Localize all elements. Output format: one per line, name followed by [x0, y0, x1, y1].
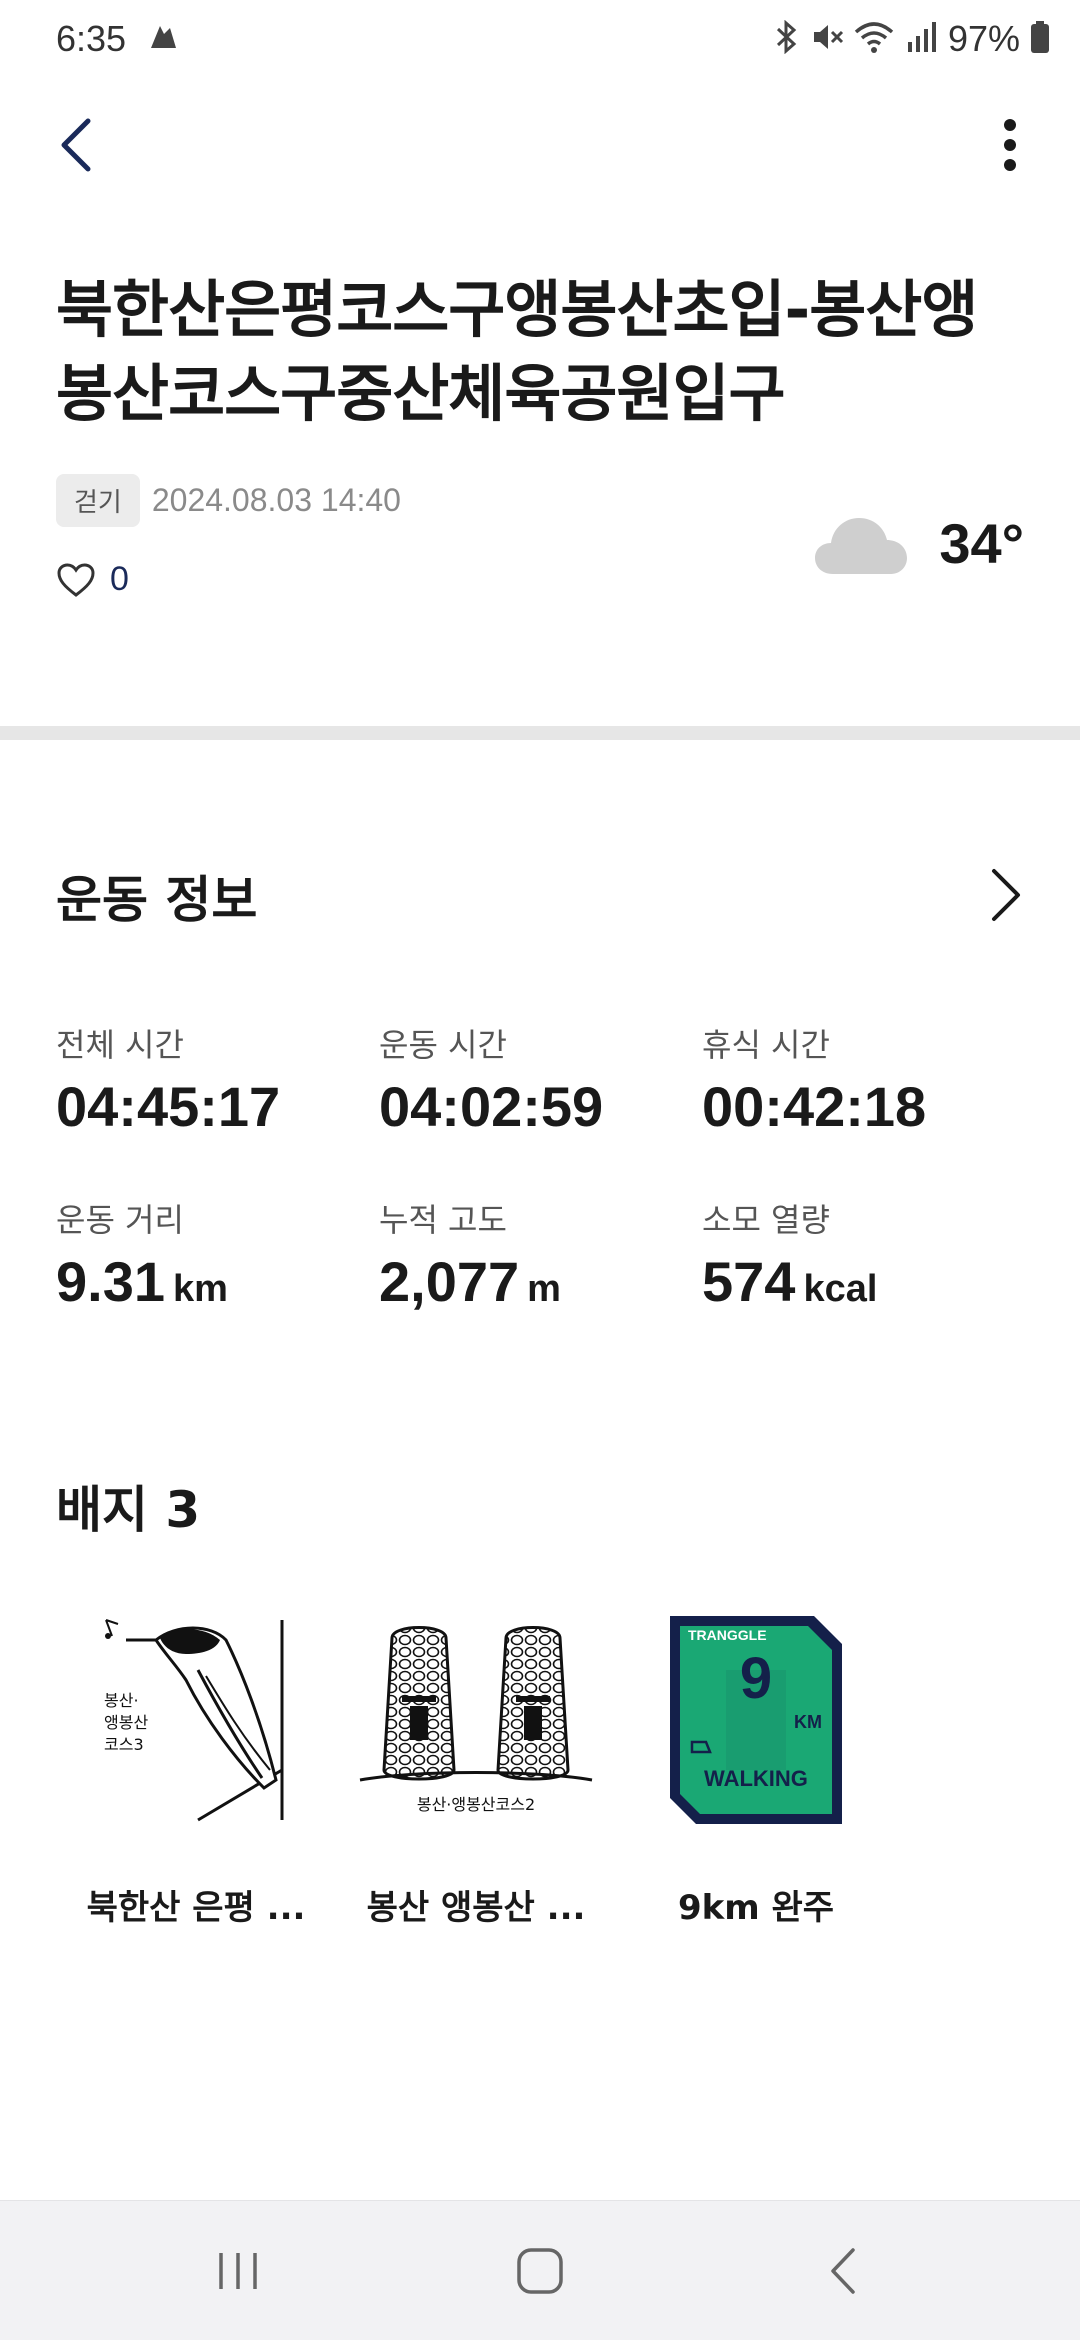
section-divider [0, 726, 1080, 740]
home-button[interactable] [480, 2231, 600, 2311]
stat-label: 전체 시간 [56, 1026, 184, 1064]
system-back-button[interactable] [783, 2231, 903, 2311]
stat-label: 운동 시간 [379, 1026, 507, 1064]
stat-distance: 운동 거리 9.31 km [56, 1195, 379, 1314]
stat-unit: kcal [803, 1268, 878, 1310]
battery-percent: 97% [947, 18, 1020, 59]
badge-label: WALKING [704, 1766, 808, 1791]
svg-text:앵봉산: 앵봉산 [104, 1713, 148, 1732]
heart-icon [57, 562, 95, 597]
svg-text:봉산·: 봉산· [104, 1691, 139, 1710]
more-options-button[interactable] [980, 110, 1040, 180]
system-nav-bar [0, 2200, 1080, 2340]
badge-item[interactable]: TRANGGLE 9 KM WALKING 9km 완주 [616, 1600, 896, 1929]
badge-item[interactable]: 봉산·앵봉산코스2 봉산 앵봉산 ... [336, 1600, 616, 1929]
chevron-left-icon [61, 118, 91, 172]
exercise-stats: 전체 시간 04:45:17 운동 시간 04:02:59 휴식 시간 00:4… [56, 1020, 1036, 1314]
signal-icon [904, 20, 938, 58]
mute-icon [810, 20, 844, 58]
stat-value: 04:45:17 [56, 1075, 281, 1138]
bluetooth-icon [774, 19, 800, 58]
stat-label: 휴식 시간 [702, 1026, 830, 1064]
cloud-icon [815, 518, 908, 574]
badge-item[interactable]: 봉산· 앵봉산 코스3 북한산 은평 ... [56, 1600, 336, 1929]
badge-brand: TRANGGLE [688, 1627, 767, 1643]
recent-apps-icon [219, 2253, 257, 2289]
status-bar: 6:35 97% [0, 0, 1080, 80]
stat-unit: km [173, 1268, 228, 1310]
activity-type-tag: 걷기 [56, 474, 140, 527]
stat-label: 누적 고도 [379, 1201, 507, 1239]
badge-unit: KM [794, 1712, 822, 1732]
badge-name: 봉산 앵봉산 ... [366, 1888, 586, 1928]
stat-exercise-time: 운동 시간 04:02:59 [379, 1020, 702, 1139]
stat-rest-time: 휴식 시간 00:42:18 [702, 1020, 1025, 1139]
chevron-right-icon [964, 860, 1024, 930]
walking-9km-badge-image: TRANGGLE 9 KM WALKING [636, 1600, 876, 1840]
svg-text:코스3: 코스3 [104, 1735, 144, 1754]
stat-unit: m [527, 1268, 561, 1310]
activity-meta: 걷기 2024.08.03 14:40 [56, 474, 401, 527]
badge-name: 9km 완주 [677, 1888, 835, 1928]
like-button[interactable]: 0 [56, 560, 129, 599]
app-notification-icon [148, 22, 178, 56]
status-icons: 97% [774, 18, 1050, 60]
badges-title: 배지 3 [56, 1481, 201, 1539]
stat-label: 소모 열량 [702, 1201, 830, 1239]
bird-badge-image: 봉산· 앵봉산 코스3 [76, 1600, 316, 1840]
stat-value: 00:42:18 [702, 1075, 927, 1138]
temperature: 34° [939, 511, 1024, 575]
badge-caption: 봉산·앵봉산코스2 [417, 1795, 535, 1814]
like-count: 0 [110, 560, 129, 598]
back-icon [831, 2248, 855, 2294]
more-vertical-icon [1004, 119, 1016, 171]
weather: 34° [813, 508, 1024, 578]
stat-total-time: 전체 시간 04:45:17 [56, 1020, 379, 1139]
stone-towers-badge-image: 봉산·앵봉산코스2 [356, 1600, 596, 1840]
exercise-info-title: 운동 정보 [56, 871, 258, 929]
exercise-info-header[interactable]: 운동 정보 [56, 860, 1024, 930]
stat-value: 9.31 [56, 1250, 165, 1313]
stat-calories: 소모 열량 574 kcal [702, 1195, 1025, 1314]
badge-number: 9 [740, 1646, 772, 1711]
stat-label: 운동 거리 [56, 1201, 184, 1239]
back-button[interactable] [56, 110, 116, 180]
stat-value: 04:02:59 [379, 1075, 604, 1138]
activity-date: 2024.08.03 14:40 [151, 482, 401, 518]
status-time: 6:35 [56, 18, 127, 59]
home-icon [517, 2248, 563, 2294]
badge-list: 봉산· 앵봉산 코스3 북한산 은평 ... 봉산·앵봉산코스2 봉산 앵봉산 … [56, 1600, 896, 1929]
page-title: 북한산은평코스구앵봉산초입-봉산앵봉산코스구중산체육공원입구 [56, 273, 978, 430]
stat-value: 2,077 [379, 1250, 520, 1313]
battery-icon [1030, 20, 1050, 58]
stat-value: 574 [702, 1250, 796, 1313]
stat-elevation: 누적 고도 2,077 m [379, 1195, 702, 1314]
app-bar [0, 90, 1080, 200]
recent-apps-button[interactable] [178, 2231, 298, 2311]
wifi-icon [854, 20, 894, 58]
badge-name: 북한산 은평 ... [86, 1888, 306, 1928]
